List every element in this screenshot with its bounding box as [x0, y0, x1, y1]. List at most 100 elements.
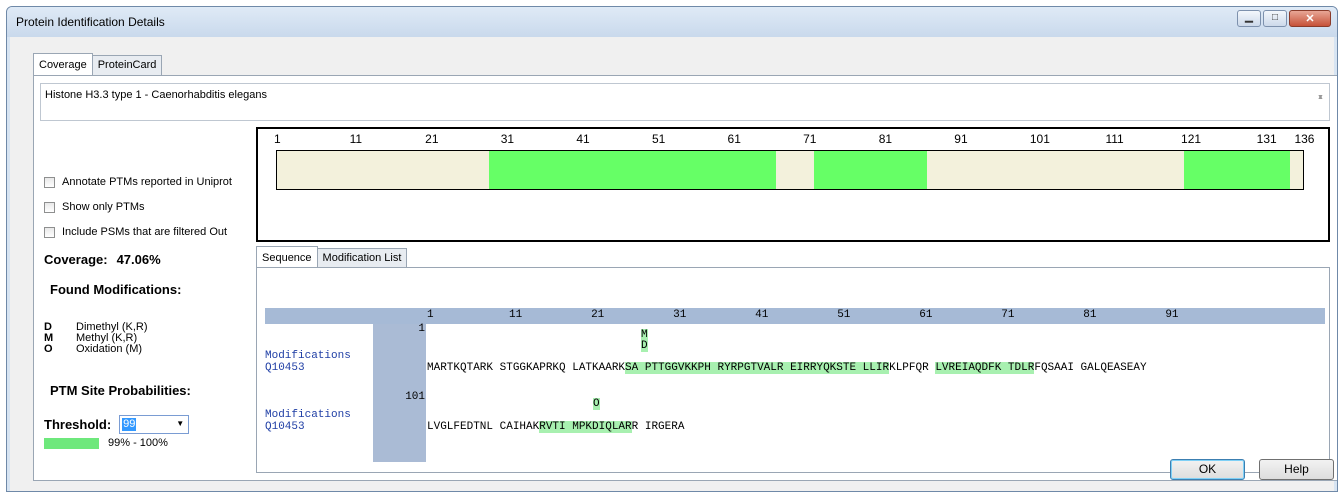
threshold-select[interactable]: 99 ▼: [119, 415, 190, 434]
coverage-tick-label: 1: [274, 132, 281, 146]
annotate-ptms-checkbox[interactable]: Annotate PTMs reported in Uniprot: [44, 176, 232, 188]
row-start-position: 101: [405, 391, 425, 403]
sequence-tabs: Sequence Modification List: [256, 246, 408, 272]
coverage-tick-label: 21: [425, 132, 439, 146]
sequence-line: MARTKQTARK STGGKAPRKQ LATKAARKSA PTTGGVK…: [427, 362, 1147, 374]
main-tabs: Coverage ProteinCard: [33, 53, 163, 79]
description-scrollbar[interactable]: ▲ ▼: [1313, 84, 1329, 120]
checkbox-box[interactable]: [44, 226, 55, 238]
checkbox-label: Include PSMs that are filtered Out: [62, 226, 228, 238]
minimize-icon: ▁: [1245, 12, 1253, 23]
tab-proteincard[interactable]: ProteinCard: [91, 55, 163, 76]
coverage-segment: [1184, 151, 1290, 189]
sequence-line: LVGLFEDTNL CAIHAKRVTI MPKDIQLARR IRGERA: [427, 421, 684, 433]
checkbox-box[interactable]: [44, 201, 55, 213]
minimize-button[interactable]: ▁: [1237, 10, 1261, 27]
probability-legend: 99% - 100%: [44, 437, 168, 449]
sequence-ruler-label: 51: [837, 309, 851, 321]
sequence-ruler-label: 71: [1001, 309, 1015, 321]
sequence-ruler-label: 41: [755, 309, 769, 321]
legend-swatch: [44, 437, 99, 449]
modification-name: Oxidation (M): [76, 343, 143, 355]
scroll-down-icon: ▼: [1317, 94, 1324, 101]
ok-button[interactable]: OK: [1170, 459, 1245, 480]
coverage-tick-label: 61: [727, 132, 741, 146]
coverage-tick-label: 121: [1181, 132, 1202, 146]
coverage-tick-label: 51: [651, 132, 666, 146]
show-only-ptms-checkbox[interactable]: Show only PTMs: [44, 201, 145, 213]
close-button[interactable]: ✕: [1289, 10, 1331, 27]
legend-label: 99% - 100%: [108, 437, 168, 449]
close-icon: ✕: [1305, 13, 1315, 25]
window-title: Protein Identification Details: [16, 15, 165, 29]
covered-peptide: SA PTTGGVKKPH RYRPGTVALR EIRRYQKSTE LLIR: [625, 362, 890, 374]
coverage-panel: Histone H3.3 type 1 - Caenorhabditis ele…: [33, 75, 1337, 481]
include-filtered-checkbox[interactable]: Include PSMs that are filtered Out: [44, 226, 227, 238]
checkbox-box[interactable]: [44, 176, 55, 188]
coverage-tick-label: 111: [1105, 132, 1124, 146]
sequence-ruler-label: 11: [509, 309, 523, 321]
coverage-tick-label: 11: [349, 132, 363, 146]
protein-details-window: Protein Identification Details ▁ □ ✕ Cov…: [6, 6, 1338, 492]
maximize-button[interactable]: □: [1263, 10, 1287, 27]
modification-item: D Dimethyl (K,R): [44, 322, 244, 333]
sequence-ruler-label: 81: [1083, 309, 1097, 321]
modifications-label: Modifications: [265, 409, 351, 421]
sequence-segment: R IRGERA: [631, 421, 685, 433]
checkbox-label: Annotate PTMs reported in Uniprot: [62, 176, 232, 188]
coverage-ticks: 1 11 21 31 41 51 61 71 81 91 101 111 121 131 136: [258, 132, 1328, 146]
sequence-segment: MARTKQTARK STGGKAPRKQ LATKAARK: [427, 362, 626, 374]
row-start-position: 1: [418, 323, 425, 335]
coverage-segment: [488, 151, 776, 189]
modification-legend: D Dimethyl (K,R) M Methyl (K,R) O Oxidation…: [44, 322, 244, 355]
coverage-tick-label: 71: [803, 132, 817, 146]
sequence-ruler-label: 31: [673, 309, 687, 321]
title-bar: Protein Identification Details ▁ □ ✕: [7, 7, 1337, 37]
tab-modification-list[interactable]: Modification List: [316, 248, 408, 269]
modifications-label: Modifications: [265, 350, 351, 362]
coverage-bar: [276, 150, 1304, 190]
coverage-map: 1 11 21 31 41 51 61 71 81 91 101 111 121 131 136: [256, 127, 1330, 242]
maximize-icon: □: [1271, 12, 1279, 23]
sequence-ruler-label: 1: [427, 309, 434, 321]
threshold-label: Threshold:: [44, 417, 112, 432]
found-modifications-title: Found Modifications:: [50, 282, 182, 297]
mod-marker: D: [641, 340, 648, 352]
sequence-ruler: 1 11 21 31 41 51 61 71 81 91: [265, 308, 1325, 324]
sequence-ruler-label: 21: [591, 309, 605, 321]
threshold-row: Threshold: 99 ▼: [44, 415, 190, 434]
coverage-tick-label: 81: [878, 132, 893, 146]
protein-description: Histone H3.3 type 1 - Caenorhabditis ele…: [45, 89, 267, 101]
coverage-value: 47.06%: [116, 252, 161, 267]
mod-marker: O: [593, 398, 600, 410]
sequence-ruler-label: 91: [1165, 309, 1179, 321]
coverage-tick-label: 41: [576, 132, 590, 146]
description-box[interactable]: Histone H3.3 type 1 - Caenorhabditis ele…: [40, 83, 1330, 121]
sequence-panel: 1 11 21 31 41 51 61 71 81 91 1 M D Modifications …: [256, 267, 1330, 473]
coverage-tick-label: 136: [1294, 132, 1315, 146]
covered-peptide: RVTI MPKDIQLAR: [539, 421, 632, 433]
checkbox-label: Show only PTMs: [62, 201, 145, 213]
covered-peptide: LVREIAQDFK TDLR: [935, 362, 1035, 374]
coverage-summary: Coverage: 47.06%: [44, 252, 161, 267]
modification-item: O Oxidation (M): [44, 344, 244, 355]
sequence-ruler-label: 61: [919, 309, 933, 321]
sequence-segment: FQSAAI GALQEASEAY: [1034, 362, 1147, 374]
accession-link[interactable]: Q10453: [265, 362, 305, 374]
modification-code: O: [44, 343, 53, 355]
help-button[interactable]: Help: [1259, 459, 1334, 480]
window-client: Coverage ProteinCard Histone H3.3 type 1…: [10, 37, 1337, 491]
window-controls: ▁ □ ✕: [1237, 10, 1331, 27]
threshold-value: 99: [122, 418, 137, 431]
coverage-tick-label: 31: [500, 132, 515, 146]
coverage-tick-label: 91: [954, 132, 968, 146]
coverage-tick-label: 131: [1256, 132, 1277, 146]
sequence-segment: LVGLFEDTNL CAIHAK: [427, 421, 540, 433]
coverage-label: Coverage:: [44, 252, 108, 267]
chevron-down-icon: ▼: [176, 419, 185, 428]
coverage-tick-label: 101: [1029, 132, 1050, 146]
modification-item: M Methyl (K,R): [44, 333, 244, 344]
coverage-segment: [813, 151, 928, 189]
accession-link[interactable]: Q10453: [265, 421, 305, 433]
ptm-probabilities-title: PTM Site Probabilities:: [50, 383, 191, 398]
